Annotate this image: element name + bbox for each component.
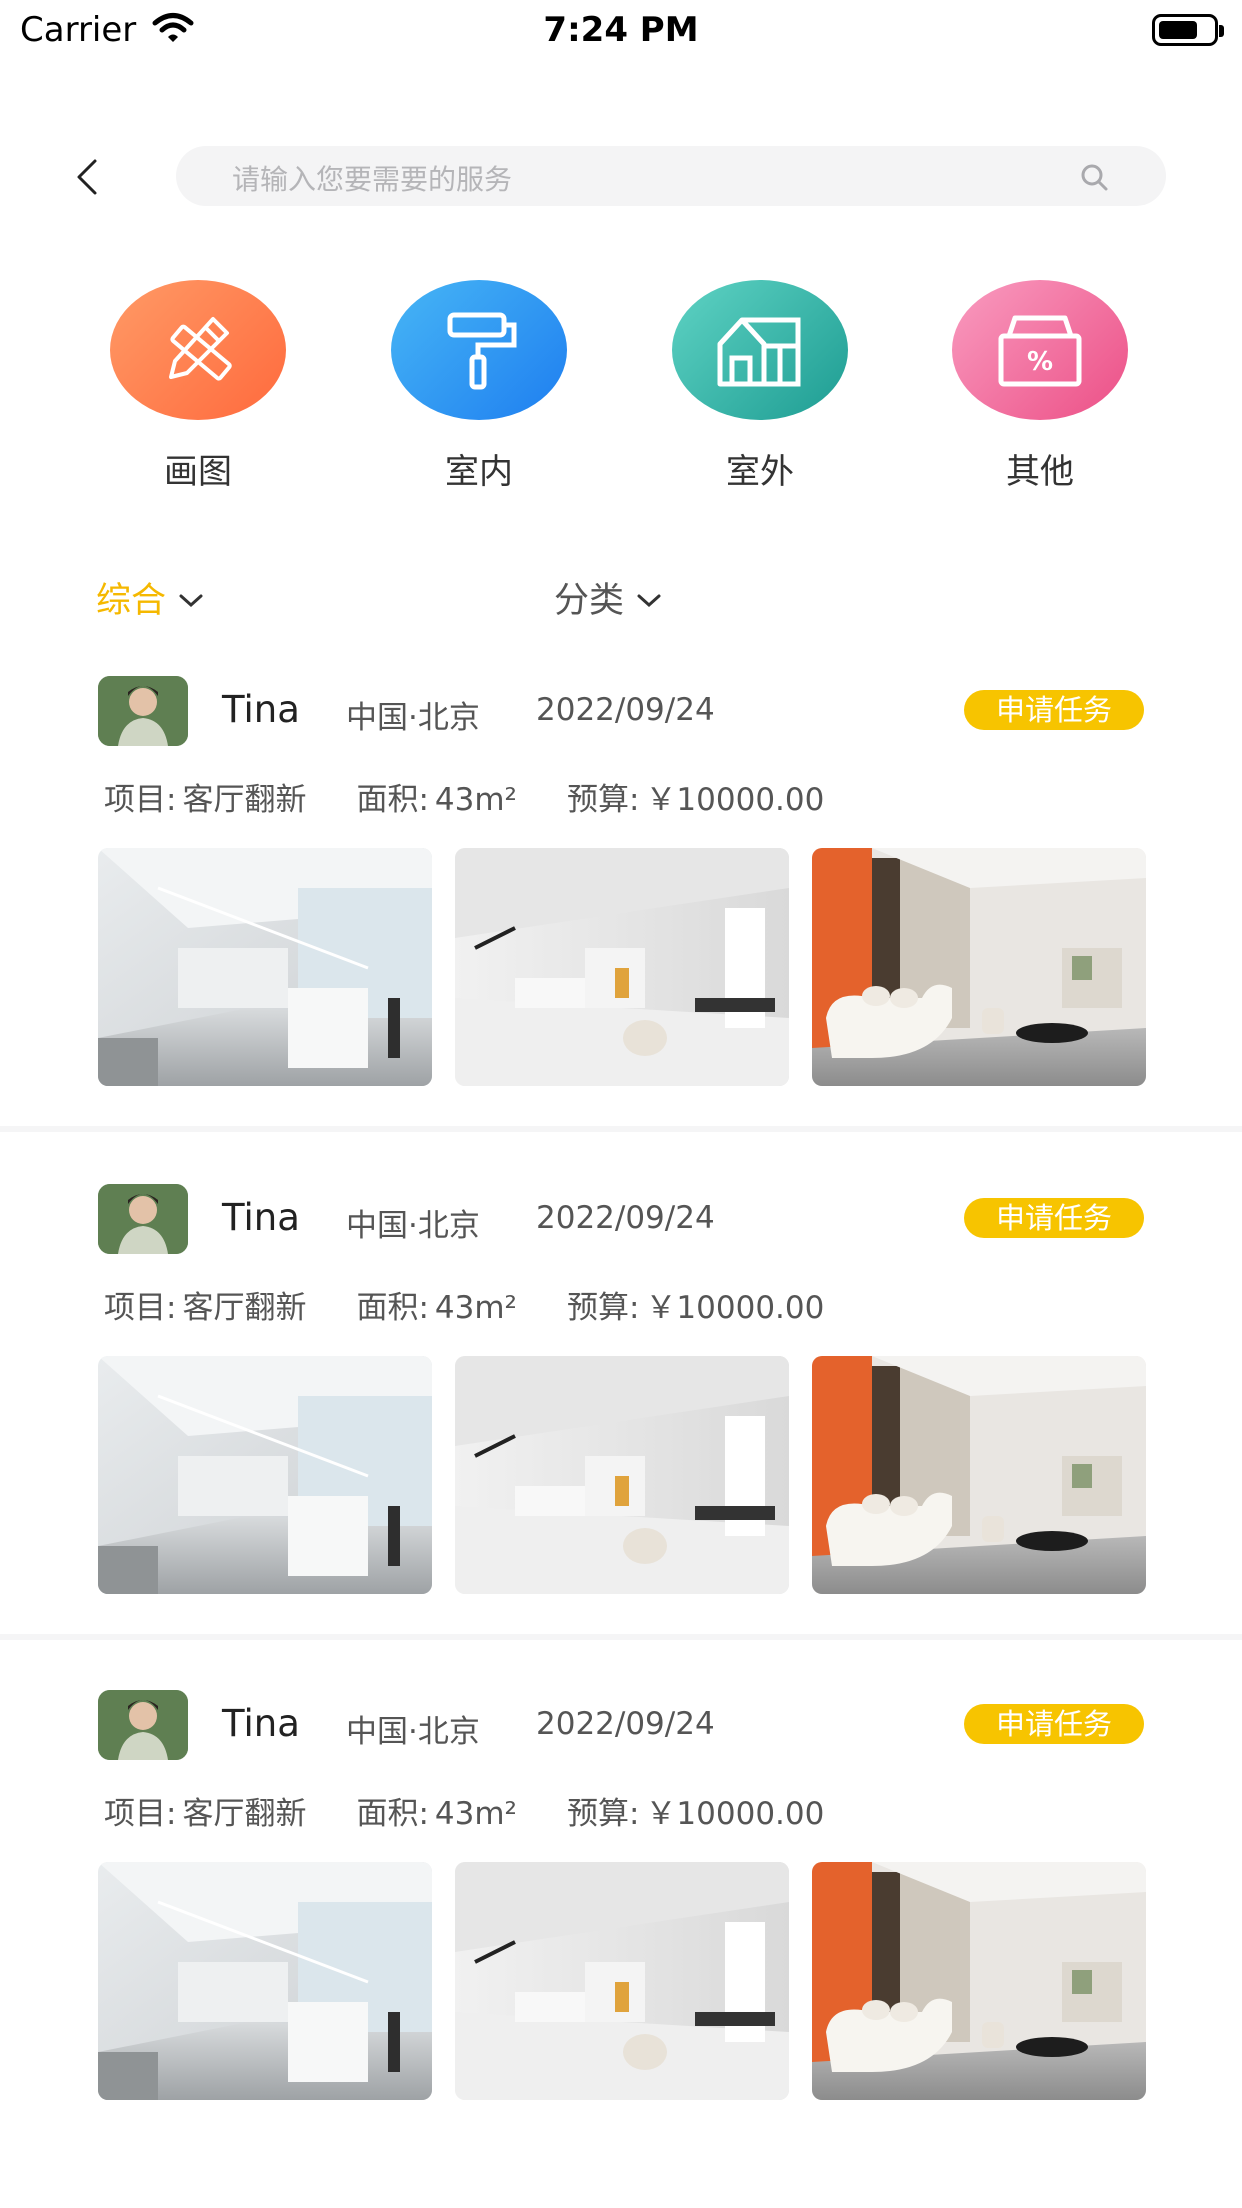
category-exterior[interactable]: 室外	[650, 280, 870, 493]
location: 中国·北京	[346, 1208, 480, 1244]
area-label: 面积:	[356, 1796, 429, 1832]
avatar[interactable]	[98, 676, 188, 746]
username: Tina	[222, 1196, 300, 1239]
clock: 7:24 PM	[543, 10, 699, 50]
search-input[interactable]: 请输入您要需要的服务	[176, 146, 1166, 206]
discount-box-icon: %	[952, 280, 1128, 420]
category-label: 室内	[445, 452, 513, 492]
room-photo[interactable]	[98, 848, 432, 1086]
search-placeholder: 请输入您要需要的服务	[232, 163, 513, 196]
chevron-left-icon	[77, 159, 97, 195]
room-photo[interactable]	[98, 1356, 432, 1594]
status-bar: Carrier 7:24 PM	[0, 0, 1242, 62]
budget-value: ￥10000.00	[645, 782, 825, 818]
category-filter-label: 分类	[554, 581, 625, 621]
username: Tina	[222, 688, 300, 731]
room-photo[interactable]	[455, 1356, 789, 1594]
budget-label: 预算:	[566, 782, 640, 818]
post-date: 2022/09/24	[536, 1200, 715, 1236]
svg-text:%: %	[1027, 347, 1053, 377]
avatar[interactable]	[98, 1690, 188, 1760]
project-value: 客厅翻新	[182, 782, 307, 818]
category-label: 室外	[726, 452, 794, 492]
card-divider	[0, 1126, 1242, 1132]
category-drawing[interactable]: 画图	[88, 280, 308, 493]
project-value: 客厅翻新	[182, 1290, 307, 1326]
category-label: 画图	[164, 452, 232, 492]
project-info: 项目: 客厅翻新 面积: 43m² 预算: ￥10000.00	[104, 1788, 830, 1833]
battery-icon	[1152, 14, 1224, 46]
photo-gallery	[98, 848, 1146, 1086]
category-interior[interactable]: 室内	[369, 280, 589, 493]
pencil-ruler-icon	[110, 280, 286, 420]
area-value: 43m²	[434, 782, 517, 818]
budget-value: ￥10000.00	[645, 1290, 825, 1326]
apply-task-button[interactable]: 申请任务	[964, 690, 1144, 730]
room-photo[interactable]	[98, 1862, 432, 2100]
paint-roller-icon	[391, 280, 567, 420]
project-label: 项目:	[104, 1290, 177, 1326]
photo-gallery	[98, 1356, 1146, 1594]
room-photo[interactable]	[812, 848, 1146, 1086]
budget-value: ￥10000.00	[645, 1796, 825, 1832]
location: 中国·北京	[346, 1714, 480, 1750]
room-photo[interactable]	[812, 1862, 1146, 2100]
budget-label: 预算:	[566, 1290, 640, 1326]
category-other[interactable]: % 其他	[930, 280, 1150, 493]
area-value: 43m²	[434, 1796, 517, 1832]
task-card[interactable]: Tina 中国·北京 2022/09/24 申请任务 项目: 客厅翻新 面积: 43m…	[0, 676, 1242, 1184]
card-divider	[0, 1634, 1242, 1640]
sort-filter[interactable]: 综合	[96, 572, 204, 623]
room-photo[interactable]	[455, 848, 789, 1086]
category-filter[interactable]: 分类	[554, 572, 662, 623]
apply-task-button[interactable]: 申请任务	[964, 1198, 1144, 1238]
chevron-down-icon	[637, 594, 661, 607]
area-value: 43m²	[434, 1290, 517, 1326]
task-card[interactable]: Tina 中国·北京 2022/09/24 申请任务 项目: 客厅翻新 面积: 43m…	[0, 1690, 1242, 2198]
post-date: 2022/09/24	[536, 692, 715, 728]
chevron-down-icon	[179, 594, 203, 607]
username: Tina	[222, 1702, 300, 1745]
project-value: 客厅翻新	[182, 1796, 307, 1832]
photo-gallery	[98, 1862, 1146, 2100]
back-button[interactable]	[62, 148, 112, 206]
post-date: 2022/09/24	[536, 1706, 715, 1742]
house-icon	[672, 280, 848, 420]
room-photo[interactable]	[455, 1862, 789, 2100]
apply-task-button[interactable]: 申请任务	[964, 1704, 1144, 1744]
room-photo[interactable]	[812, 1356, 1146, 1594]
category-label: 其他	[1006, 452, 1074, 492]
project-info: 项目: 客厅翻新 面积: 43m² 预算: ￥10000.00	[104, 1282, 830, 1327]
search-icon[interactable]	[1078, 161, 1110, 193]
project-label: 项目:	[104, 782, 177, 818]
location: 中国·北京	[346, 700, 480, 736]
area-label: 面积:	[356, 1290, 429, 1326]
budget-label: 预算:	[566, 1796, 640, 1832]
area-label: 面积:	[356, 782, 429, 818]
project-info: 项目: 客厅翻新 面积: 43m² 预算: ￥10000.00	[104, 774, 830, 819]
sort-filter-label: 综合	[96, 581, 167, 621]
project-label: 项目:	[104, 1796, 177, 1832]
avatar[interactable]	[98, 1184, 188, 1254]
task-card[interactable]: Tina 中国·北京 2022/09/24 申请任务 项目: 客厅翻新 面积: 43m…	[0, 1184, 1242, 1692]
category-grid: 画图 室内 室外 % 其他	[0, 280, 1242, 500]
